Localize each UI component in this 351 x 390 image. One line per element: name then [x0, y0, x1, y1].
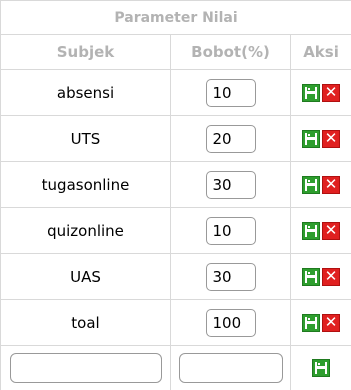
subject-label: quizonline: [47, 222, 124, 240]
new-row-actions: [291, 359, 351, 377]
header-weight: Bobot(%): [171, 35, 291, 70]
table-row: UAS ✕: [1, 254, 351, 300]
floppy-disk-icon[interactable]: [302, 84, 320, 102]
floppy-disk-icon[interactable]: [302, 268, 320, 286]
row-actions: ✕: [291, 222, 351, 240]
subject-label: UTS: [71, 130, 101, 148]
weight-cell: [171, 300, 291, 346]
weight-cell: [171, 162, 291, 208]
table-row: UTS ✕: [1, 116, 351, 162]
weight-cell: [171, 116, 291, 162]
row-actions: ✕: [291, 314, 351, 332]
new-row: [1, 346, 351, 390]
weight-input[interactable]: [206, 263, 256, 291]
subject-label: toal: [71, 314, 99, 332]
subject-label: UAS: [70, 268, 101, 286]
row-actions: ✕: [291, 176, 351, 194]
new-weight-input[interactable]: [179, 353, 283, 383]
row-actions: ✕: [291, 130, 351, 148]
action-cell: ✕: [291, 208, 351, 254]
floppy-disk-icon[interactable]: [302, 314, 320, 332]
new-subject-input[interactable]: [10, 353, 162, 383]
action-cell: ✕: [291, 116, 351, 162]
row-actions: ✕: [291, 84, 351, 102]
subject-cell: quizonline: [1, 208, 171, 254]
table-header-row: Subjek Bobot(%) Aksi: [1, 35, 351, 70]
action-cell: ✕: [291, 254, 351, 300]
table-row: tugasonline ✕: [1, 162, 351, 208]
new-subject-cell: [1, 346, 171, 390]
weight-input[interactable]: [206, 309, 256, 337]
table-row: toal ✕: [1, 300, 351, 346]
weight-input[interactable]: [206, 79, 256, 107]
subject-label: tugasonline: [42, 176, 130, 194]
weight-input[interactable]: [206, 171, 256, 199]
subject-cell: tugasonline: [1, 162, 171, 208]
row-actions: ✕: [291, 268, 351, 286]
action-cell: ✕: [291, 162, 351, 208]
table-row: absensi ✕: [1, 70, 351, 116]
floppy-disk-icon[interactable]: [302, 222, 320, 240]
weight-cell: [171, 254, 291, 300]
x-icon[interactable]: ✕: [322, 84, 340, 102]
header-action: Aksi: [291, 35, 351, 70]
weight-cell: [171, 208, 291, 254]
weight-cell: [171, 70, 291, 116]
new-action-cell: [291, 346, 351, 390]
parameter-table: Parameter Nilai Subjek Bobot(%) Aksi abs…: [0, 0, 351, 390]
action-cell: ✕: [291, 300, 351, 346]
weight-input[interactable]: [206, 217, 256, 245]
floppy-disk-icon[interactable]: [312, 359, 330, 377]
header-subject: Subjek: [1, 35, 171, 70]
x-icon[interactable]: ✕: [322, 130, 340, 148]
x-icon[interactable]: ✕: [322, 268, 340, 286]
floppy-disk-icon[interactable]: [302, 130, 320, 148]
table-title: Parameter Nilai: [1, 1, 351, 35]
x-icon[interactable]: ✕: [322, 176, 340, 194]
table-row: quizonline ✕: [1, 208, 351, 254]
table-title-row: Parameter Nilai: [1, 1, 351, 35]
x-icon[interactable]: ✕: [322, 222, 340, 240]
weight-input[interactable]: [206, 125, 256, 153]
subject-cell: absensi: [1, 70, 171, 116]
subject-cell: toal: [1, 300, 171, 346]
action-cell: ✕: [291, 70, 351, 116]
parameter-nilai-panel: Parameter Nilai Subjek Bobot(%) Aksi abs…: [0, 0, 351, 380]
subject-cell: UAS: [1, 254, 171, 300]
subject-cell: UTS: [1, 116, 171, 162]
x-icon[interactable]: ✕: [322, 314, 340, 332]
floppy-disk-icon[interactable]: [302, 176, 320, 194]
subject-label: absensi: [57, 84, 114, 102]
new-weight-cell: [171, 346, 291, 390]
